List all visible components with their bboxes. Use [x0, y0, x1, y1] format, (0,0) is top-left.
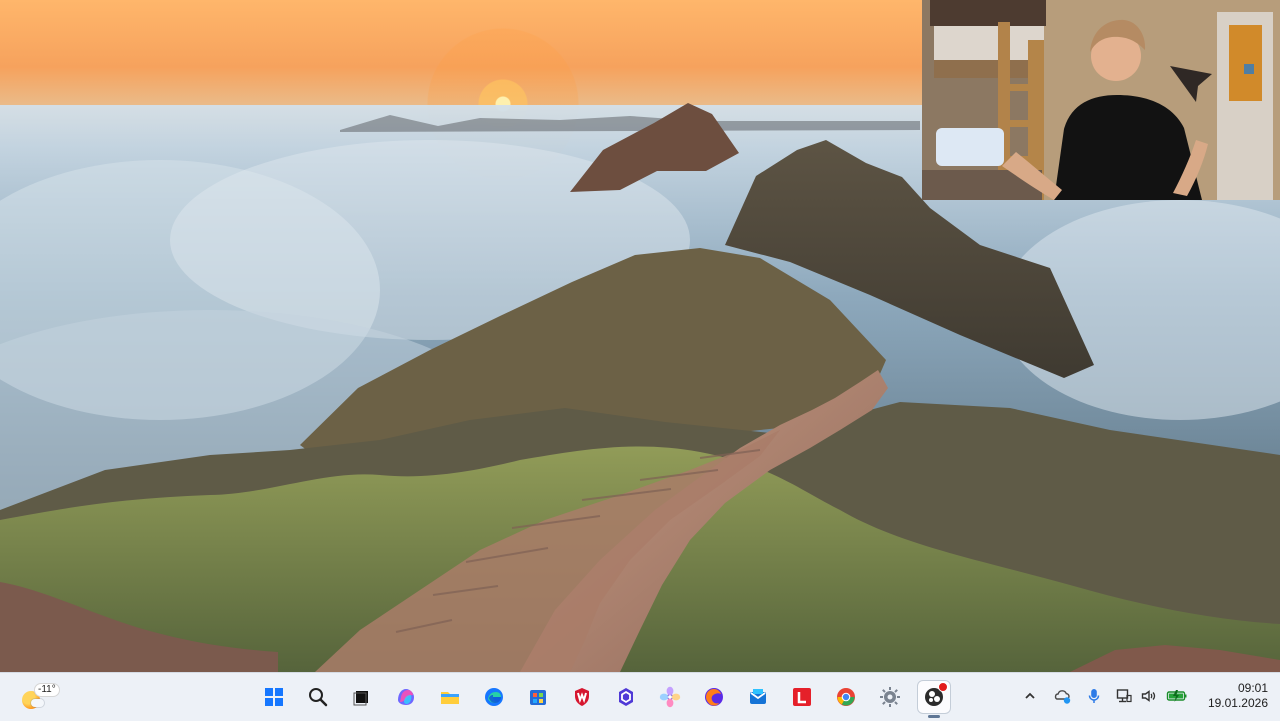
settings-button[interactable] [873, 680, 907, 714]
chrome-button[interactable] [829, 680, 863, 714]
network-tray-button[interactable] [1113, 683, 1135, 709]
firefox-icon [705, 688, 723, 706]
copilot-icon [398, 689, 414, 705]
weather-temperature: -11° [34, 683, 60, 697]
shield-icon [575, 688, 589, 706]
clock-date: 19.01.2026 [1207, 696, 1268, 710]
hidden-icons-button[interactable] [1019, 683, 1041, 709]
store-button[interactable] [521, 680, 555, 714]
weather-widget[interactable]: -11° [18, 679, 60, 715]
speaker-icon [1141, 690, 1156, 702]
obs-button[interactable] [917, 680, 951, 718]
edge-button[interactable] [477, 680, 511, 714]
task-view-icon [353, 691, 368, 706]
mail-icon [750, 689, 766, 704]
gear-icon [880, 687, 900, 707]
firefox-button[interactable] [697, 680, 731, 714]
battery-icon [1166, 690, 1187, 702]
l-app-button[interactable] [785, 680, 819, 714]
cloud-icon [31, 699, 44, 707]
hexagon-app-icon [619, 688, 633, 706]
search-button[interactable] [301, 680, 335, 714]
microphone-icon [1088, 689, 1100, 703]
microphone-tray-button[interactable] [1083, 683, 1105, 709]
taskbar: -11° 09:01 19.01.2026 [0, 672, 1280, 721]
windows-logo-icon [265, 688, 283, 706]
letter-l-icon [793, 688, 811, 706]
file-explorer-button[interactable] [433, 680, 467, 714]
network-icon [1116, 689, 1132, 703]
clock-time: 09:01 [1237, 681, 1268, 695]
edge-icon [485, 688, 503, 706]
webcam-scene [922, 0, 1280, 200]
onedrive-tray-button[interactable] [1051, 683, 1073, 709]
task-view-button[interactable] [345, 680, 379, 714]
system-clock[interactable]: 09:01 19.01.2026 [1196, 681, 1268, 711]
battery-tray-button[interactable] [1166, 683, 1188, 709]
start-button[interactable] [257, 680, 291, 714]
volume-tray-button[interactable] [1138, 683, 1160, 709]
folder-icon [441, 692, 459, 704]
flower-app-button[interactable] [653, 680, 687, 714]
flower-icon [659, 686, 681, 708]
copilot-button[interactable] [389, 680, 423, 714]
chevron-up-icon [1025, 692, 1035, 699]
mcafee-button[interactable] [565, 680, 599, 714]
mail-button[interactable] [741, 680, 775, 714]
cloud-sync-icon [1054, 690, 1071, 704]
notification-badge [938, 682, 948, 692]
vpn-button[interactable] [609, 680, 643, 714]
search-icon [309, 688, 328, 707]
presenter-webcam-overlay [922, 0, 1280, 200]
chrome-icon [837, 688, 855, 706]
store-icon [530, 690, 546, 705]
